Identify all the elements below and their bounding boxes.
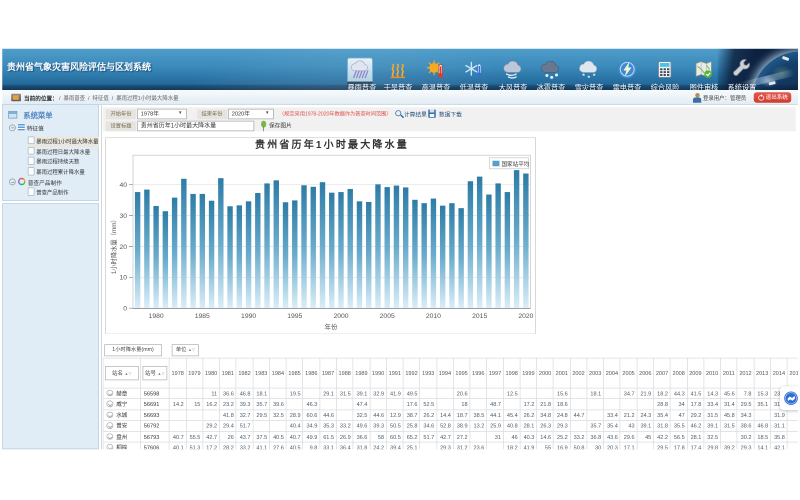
svg-text:1990: 1990 xyxy=(241,313,256,320)
svg-text:2020: 2020 xyxy=(518,313,533,320)
svg-text:1980: 1980 xyxy=(149,313,164,320)
svg-text:40: 40 xyxy=(119,182,127,189)
svg-text:20: 20 xyxy=(119,244,127,251)
svg-text:2000: 2000 xyxy=(333,313,348,320)
svg-text:*: * xyxy=(582,73,585,80)
svg-text:*: * xyxy=(588,75,591,81)
svg-text:贵州省历年1小时最大降水量: 贵州省历年1小时最大降水量 xyxy=(255,138,409,151)
svg-text:2010: 2010 xyxy=(426,313,441,320)
svg-text:10: 10 xyxy=(119,274,127,281)
svg-text:*: * xyxy=(593,73,596,80)
svg-text:1小时降水量（mm）: 1小时降水量（mm） xyxy=(109,216,118,274)
svg-text:1995: 1995 xyxy=(287,313,302,320)
svg-text:1985: 1985 xyxy=(195,313,210,320)
svg-text:年份: 年份 xyxy=(325,322,338,331)
svg-text:2015: 2015 xyxy=(472,313,487,320)
svg-text:国家站平均: 国家站平均 xyxy=(501,160,529,168)
svg-text:0: 0 xyxy=(123,305,127,312)
svg-text:2005: 2005 xyxy=(380,313,395,320)
svg-text:30: 30 xyxy=(119,213,127,220)
